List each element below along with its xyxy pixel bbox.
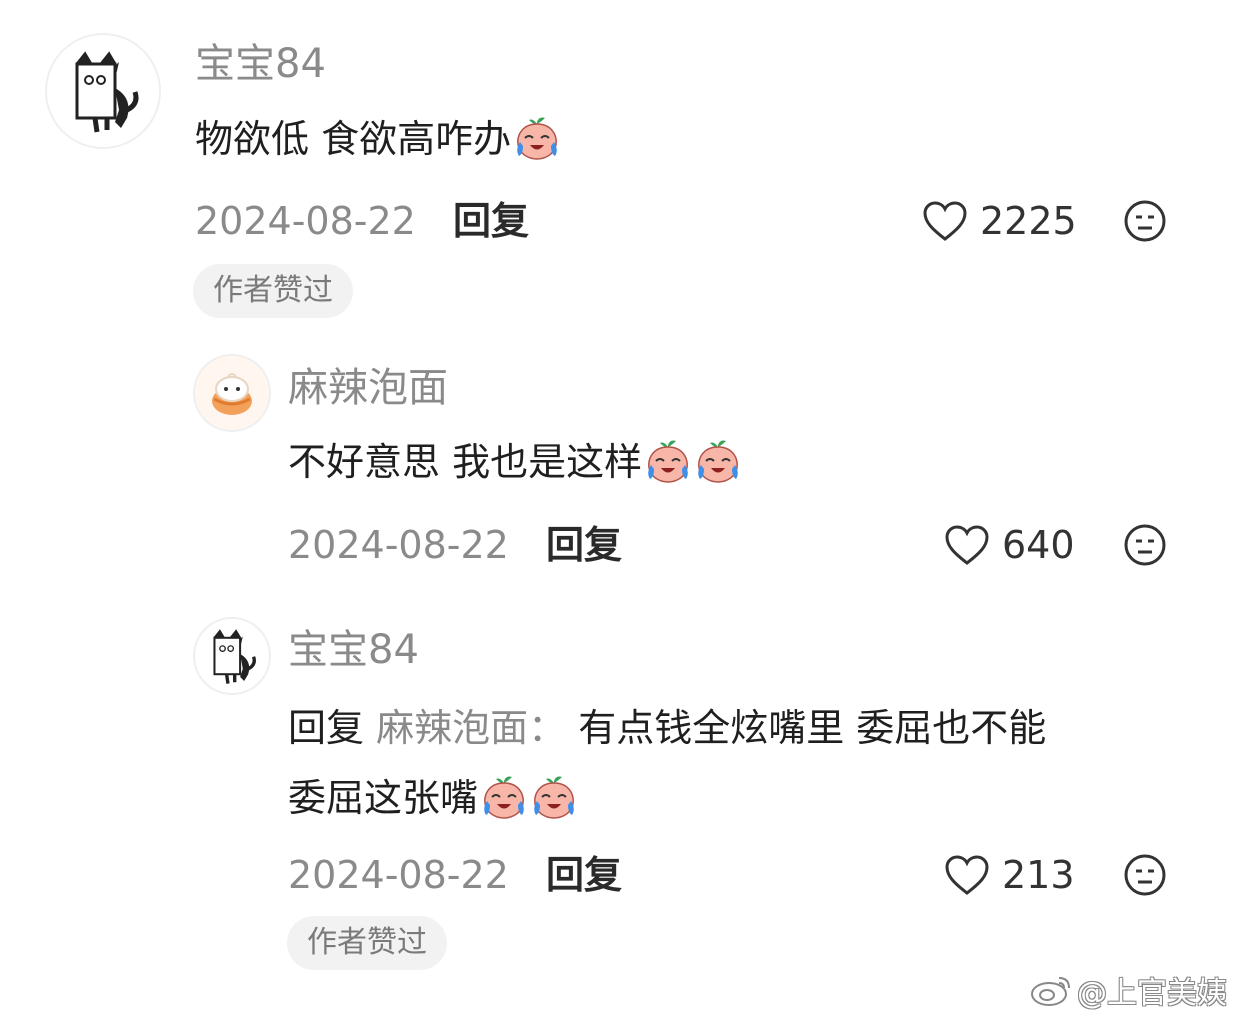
username[interactable]: 宝宝84: [195, 44, 326, 84]
heart-icon: [945, 525, 989, 565]
crying-peach-emoji-icon: [694, 437, 742, 485]
crying-peach-emoji-icon: [480, 773, 528, 821]
watermark: @上官美姨: [1029, 968, 1227, 1012]
comment-text-body: 物欲低 食欲高咋办: [195, 117, 512, 161]
weibo-logo-icon: [1031, 977, 1070, 1006]
reply-button[interactable]: 回复: [546, 520, 622, 570]
reply-prefix: 回复: [288, 706, 365, 750]
comment-text: 回复 麻辣泡面： 有点钱全炫嘴里 委屈也不能: [288, 694, 1046, 762]
comment-text-body: 不好意思 我也是这样: [288, 440, 643, 484]
bun-avatar-icon: [212, 373, 252, 415]
avatar[interactable]: [45, 33, 161, 149]
comment-meta: 2024-08-22 回复 2225: [0, 196, 1241, 246]
comment-text: 物欲低 食欲高咋办: [195, 105, 561, 173]
heart-icon: [923, 201, 967, 241]
dislike-face-icon[interactable]: [1123, 523, 1167, 567]
like-count: 2225: [980, 199, 1077, 243]
comment-meta: 2024-08-22 回复 640: [0, 520, 1241, 570]
avatar[interactable]: [193, 354, 271, 432]
reply-target-username[interactable]: 麻辣泡面：: [376, 706, 566, 750]
username[interactable]: 宝宝84: [288, 630, 419, 670]
cat-avatar-icon: [75, 51, 139, 133]
comment-text: 不好意思 我也是这样: [288, 428, 742, 496]
watermark-text: @上官美姨: [1077, 976, 1227, 1011]
crying-peach-emoji-icon: [644, 437, 692, 485]
reply-button[interactable]: 回复: [546, 850, 622, 900]
dislike-face-icon[interactable]: [1123, 853, 1167, 897]
comment-meta: 2024-08-22 回复 213: [0, 850, 1241, 900]
like-button[interactable]: 213: [944, 850, 1075, 900]
comment-date: 2024-08-22: [195, 199, 416, 243]
crying-peach-emoji-icon: [530, 773, 578, 821]
like-button[interactable]: 2225: [922, 196, 1077, 246]
like-count: 213: [1002, 853, 1075, 897]
cat-avatar-icon: [213, 629, 256, 684]
heart-icon: [945, 855, 989, 895]
comment-text-line2: 委屈这张嘴: [288, 776, 479, 820]
comment-text-line1: 有点钱全炫嘴里 委屈也不能: [578, 706, 1047, 750]
author-liked-badge: 作者赞过: [193, 264, 353, 318]
reply-button[interactable]: 回复: [453, 196, 529, 246]
dislike-face-icon[interactable]: [1123, 199, 1167, 243]
comment-date: 2024-08-22: [288, 523, 509, 567]
comment-date: 2024-08-22: [288, 853, 509, 897]
like-count: 640: [1002, 523, 1075, 567]
author-liked-badge: 作者赞过: [287, 916, 447, 970]
username[interactable]: 麻辣泡面: [288, 368, 448, 408]
avatar[interactable]: [193, 617, 271, 695]
comment-text-continued: 委屈这张嘴: [288, 764, 578, 832]
crying-peach-emoji-icon: [513, 114, 561, 162]
like-button[interactable]: 640: [944, 520, 1075, 570]
